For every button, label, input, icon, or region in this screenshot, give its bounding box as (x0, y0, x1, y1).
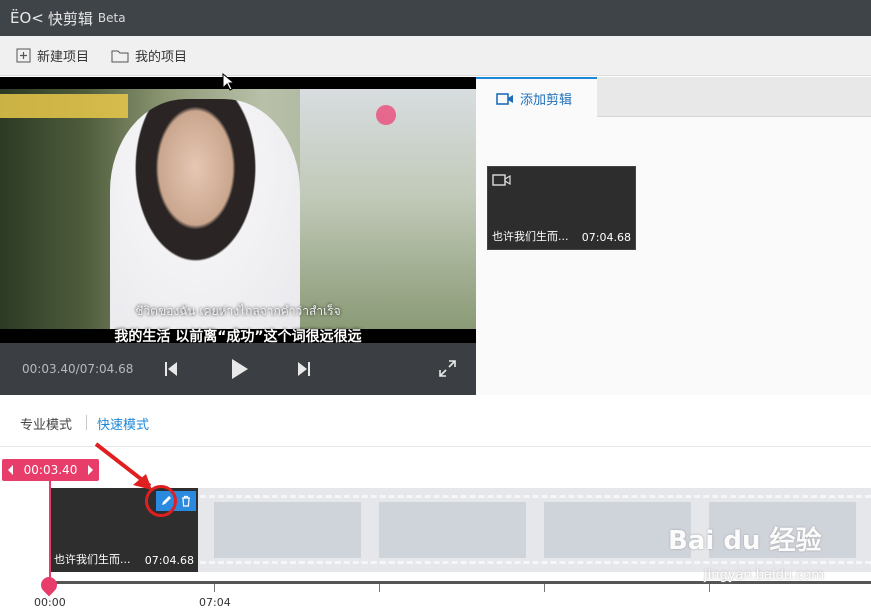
baidu-watermark: Bai du 经验 (668, 526, 822, 556)
annotation-circle (145, 485, 177, 517)
baidu-watermark-url: jingyan.baidu.com (704, 568, 824, 583)
mouse-cursor-icon (222, 72, 236, 95)
